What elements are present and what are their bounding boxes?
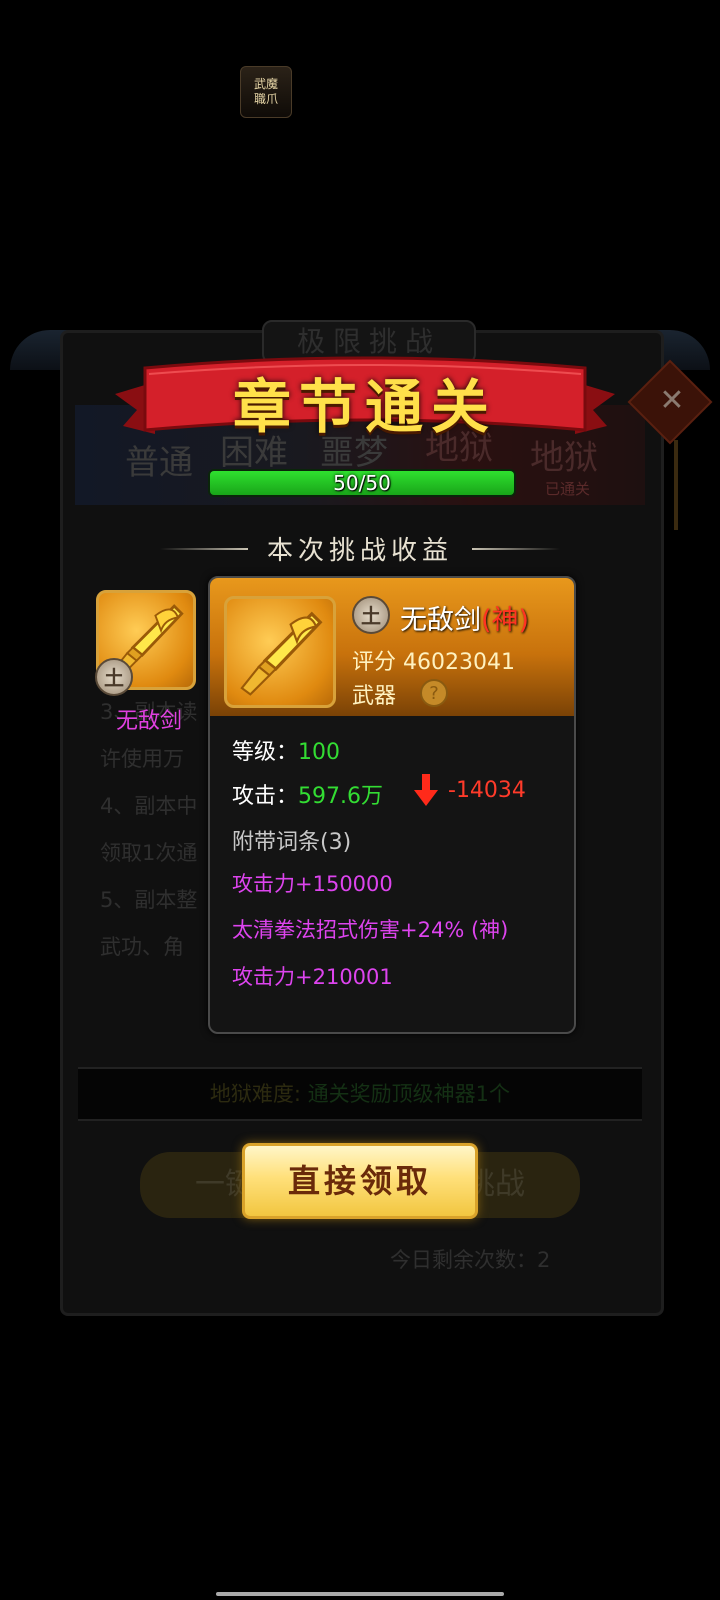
- claim-directly-button[interactable]: 直接领取: [242, 1143, 478, 1219]
- app-logo-icon: 武魔 職爪: [240, 66, 292, 118]
- chapter-clear-banner: 章节通关: [115, 352, 615, 448]
- level-label: 等级：: [232, 740, 299, 765]
- close-icon[interactable]: ✕: [652, 383, 692, 419]
- item-name: 无敌剑(神): [400, 598, 529, 637]
- level-row: 等级：100: [232, 734, 340, 766]
- hell-difficulty-reward: 通关奖励顶级神器1个: [307, 1082, 511, 1106]
- score-label: 评分: [352, 650, 397, 675]
- golden-sword-icon: [240, 611, 323, 696]
- home-indicator[interactable]: [216, 1592, 504, 1596]
- reward-item-name: 无敌剑: [115, 709, 182, 734]
- rewards-section-title: 本次挑战收益: [266, 536, 453, 566]
- attack-value: 597.6万: [298, 784, 383, 809]
- affix-line: 攻击力+150000: [232, 872, 393, 896]
- chapter-progress-bar: 50/50: [208, 469, 516, 497]
- earth-element-badge: 土: [95, 658, 133, 696]
- remaining-attempts: 今日剩余次数：2: [390, 1248, 551, 1272]
- item-detail-tooltip: 土 无敌剑(神) 评分 46023041 武器 ? 等级：100 攻击：597.…: [208, 576, 576, 1034]
- score-value: 46023041: [403, 650, 515, 675]
- hell-difficulty-label: 地狱难度:: [209, 1082, 301, 1106]
- item-name-text: 无敌剑: [400, 605, 481, 636]
- side-tassel: [674, 440, 678, 530]
- affix-title: 附带词条(3): [232, 830, 352, 855]
- banner-title: 章节通关: [232, 373, 497, 441]
- item-quality: (神): [481, 605, 530, 636]
- decrease-arrow-icon: [414, 774, 438, 806]
- level-value: 100: [298, 740, 341, 765]
- progress-text: 50/50: [333, 471, 391, 495]
- earth-element-badge: 土: [352, 596, 390, 634]
- affix-line: 太清拳法招式伤害+24% (神): [232, 918, 509, 942]
- item-score: 评分 46023041: [352, 644, 515, 676]
- attack-delta: -14034: [448, 778, 526, 803]
- affix-line: 攻击力+210001: [232, 965, 393, 989]
- tooltip-header: 土 无敌剑(神) 评分 46023041 武器 ?: [210, 578, 574, 716]
- attack-label: 攻击：: [232, 784, 299, 809]
- tooltip-item-icon: [224, 596, 336, 708]
- item-type: 武器: [352, 684, 397, 709]
- hell-difficulty-bar: 地狱难度: 通关奖励顶级神器1个: [78, 1067, 642, 1121]
- help-icon[interactable]: ?: [420, 679, 448, 707]
- claim-button-label: 直接领取: [287, 1162, 432, 1200]
- attack-row: 攻击：597.6万: [232, 778, 383, 810]
- stage-cleared-badge: 已通关: [545, 480, 591, 498]
